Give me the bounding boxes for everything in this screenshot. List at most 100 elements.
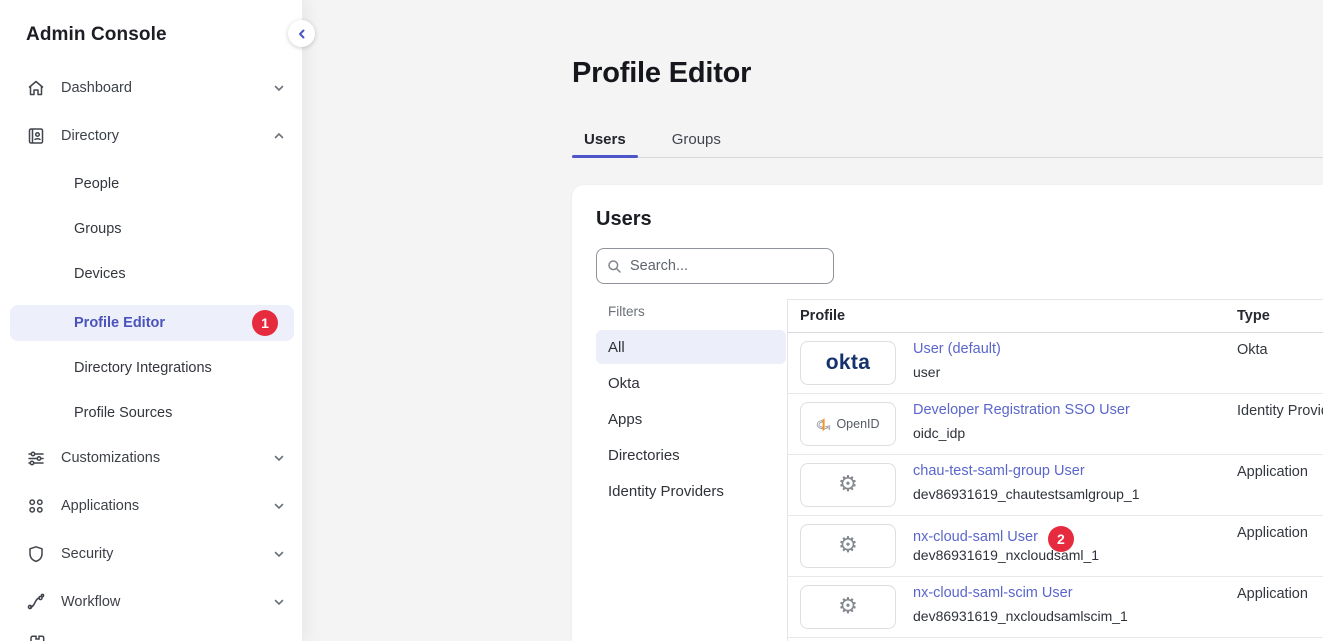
profile-id: dev86931619_chautestsamlgroup_1 xyxy=(913,486,1140,502)
collapse-sidebar-button[interactable] xyxy=(288,20,315,47)
profile-link-label: nx-cloud-saml User xyxy=(913,529,1038,545)
filters-list: Filters All Okta Apps Directories Identi… xyxy=(596,299,786,510)
sidebar-item-label: Applications xyxy=(61,498,272,514)
profile-link-label: Developer Registration SSO User xyxy=(913,402,1130,418)
app-logo-placeholder: ⚙ xyxy=(800,585,896,629)
filter-label: Directories xyxy=(608,447,680,464)
okta-logo: okta xyxy=(800,341,896,385)
table-row: OpenID Developer Registration SSO User o… xyxy=(787,394,1323,455)
profile-link[interactable]: nx-cloud-saml-scim User xyxy=(913,585,1073,601)
sidebar-item-people[interactable]: People xyxy=(10,170,294,198)
tab-users[interactable]: Users xyxy=(572,121,638,157)
profile-link-label: chau-test-saml-group User xyxy=(913,463,1085,479)
sidebar-item-devices[interactable]: Devices xyxy=(10,260,294,288)
sidebar-item-label: People xyxy=(74,176,119,192)
sidebar-item-customizations[interactable]: Customizations xyxy=(26,444,286,472)
app-title: Admin Console xyxy=(26,24,302,46)
chevron-down-icon xyxy=(272,595,286,609)
panel-title: Users xyxy=(596,208,652,231)
tour-step-badge-1: 1 xyxy=(252,310,278,336)
openid-glyph xyxy=(816,416,831,433)
sidebar-item-profile-sources[interactable]: Profile Sources xyxy=(10,399,294,427)
profiles-table: Profile Type okta User (default) user Ok… xyxy=(787,299,1323,641)
filter-apps[interactable]: Apps xyxy=(596,402,786,436)
profile-id: dev86931619_nxcloudsamlscim_1 xyxy=(913,608,1128,624)
sidebar-item-workflow[interactable]: Workflow xyxy=(26,588,286,616)
gear-icon: ⚙ xyxy=(838,474,858,496)
openid-wordmark: OpenID xyxy=(836,417,879,431)
sidebar-item-label: Groups xyxy=(74,221,122,237)
filter-okta[interactable]: Okta xyxy=(596,366,786,400)
table-row: ⚙ nx-cloud-saml-scim User dev86931619_nx… xyxy=(787,577,1323,638)
profile-link-label: nx-cloud-saml-scim User xyxy=(913,585,1073,601)
profile-link[interactable]: User (default) xyxy=(913,341,1001,357)
tab-groups[interactable]: Groups xyxy=(660,121,733,157)
sidebar-item-label: Customizations xyxy=(61,450,272,466)
okta-wordmark: okta xyxy=(826,351,870,375)
sidebar-item-label: Dashboard xyxy=(61,80,272,96)
column-header-profile: Profile xyxy=(800,308,845,324)
directory-badge-icon xyxy=(26,126,46,146)
filter-label: Apps xyxy=(608,411,642,428)
sidebar-item-security[interactable]: Security xyxy=(26,540,286,568)
filter-directories[interactable]: Directories xyxy=(596,438,786,472)
profile-type: Application xyxy=(1237,464,1308,480)
sidebar-item-profile-editor[interactable]: Profile Editor 1 xyxy=(10,305,294,341)
sidebar-item-label: Profile Sources xyxy=(74,405,172,421)
chevron-down-icon xyxy=(272,451,286,465)
sidebar-item-label: Security xyxy=(61,546,272,562)
chevron-left-icon xyxy=(296,28,308,40)
profile-link[interactable]: chau-test-saml-group User xyxy=(913,463,1085,479)
chevron-up-icon xyxy=(272,129,286,143)
table-row: okta User (default) user Okta xyxy=(787,333,1323,394)
search-icon xyxy=(607,259,622,274)
workflow-icon xyxy=(26,592,46,612)
sidebar-item-dashboard[interactable]: Dashboard xyxy=(26,74,286,102)
profile-id: oidc_idp xyxy=(913,425,965,441)
profile-id: dev86931619_nxcloudsaml_1 xyxy=(913,547,1099,563)
app-logo-placeholder: ⚙ xyxy=(800,463,896,507)
profile-link-label: User (default) xyxy=(913,341,1001,357)
table-header: Profile Type xyxy=(787,299,1323,333)
profile-type: Application xyxy=(1237,586,1308,602)
sliders-icon xyxy=(26,448,46,468)
home-icon xyxy=(26,78,46,98)
filter-all[interactable]: All xyxy=(596,330,786,364)
table-row: ⚙ nx-cloud-saml User 2 dev86931619_nxclo… xyxy=(787,516,1323,577)
tab-label: Users xyxy=(584,131,626,148)
profile-type: Identity Provider xyxy=(1237,403,1323,419)
gear-icon: ⚙ xyxy=(838,535,858,557)
filters-title: Filters xyxy=(596,299,786,323)
tab-label: Groups xyxy=(672,131,721,148)
sidebar-item-groups[interactable]: Groups xyxy=(10,215,294,243)
openid-logo: OpenID xyxy=(800,402,896,446)
nav-icon-partial xyxy=(28,634,46,641)
sidebar-item-label: Profile Editor xyxy=(74,315,165,331)
users-panel: Users Filters All Okta Apps Directories … xyxy=(572,185,1323,641)
profile-link[interactable]: Developer Registration SSO User xyxy=(913,402,1130,418)
table-row: ⚙ chau-test-saml-group User dev86931619_… xyxy=(787,455,1323,516)
gear-icon: ⚙ xyxy=(838,596,858,618)
filter-identity-providers[interactable]: Identity Providers xyxy=(596,474,786,508)
sidebar: Admin Console Dashboard Directory People… xyxy=(0,0,302,641)
sidebar-item-label: Directory Integrations xyxy=(74,360,212,376)
profile-type: Application xyxy=(1237,525,1308,541)
sidebar-item-applications[interactable]: Applications xyxy=(26,492,286,520)
chevron-down-icon xyxy=(272,499,286,513)
sidebar-item-label: Workflow xyxy=(61,594,272,610)
sidebar-item-label: Devices xyxy=(74,266,126,282)
chevron-down-icon xyxy=(272,81,286,95)
filter-label: Okta xyxy=(608,375,640,392)
filter-label: Identity Providers xyxy=(608,483,724,500)
profile-type: Okta xyxy=(1237,342,1268,358)
profile-id: user xyxy=(913,364,940,380)
chevron-down-icon xyxy=(272,547,286,561)
search-box xyxy=(596,248,834,284)
sidebar-item-label: Directory xyxy=(61,128,272,144)
sidebar-item-directory-integrations[interactable]: Directory Integrations xyxy=(10,354,294,382)
sidebar-item-directory[interactable]: Directory xyxy=(26,122,286,150)
column-header-type: Type xyxy=(1237,308,1270,324)
page-title: Profile Editor xyxy=(572,57,751,90)
apps-grid-icon xyxy=(26,496,46,516)
search-input[interactable] xyxy=(630,258,823,274)
